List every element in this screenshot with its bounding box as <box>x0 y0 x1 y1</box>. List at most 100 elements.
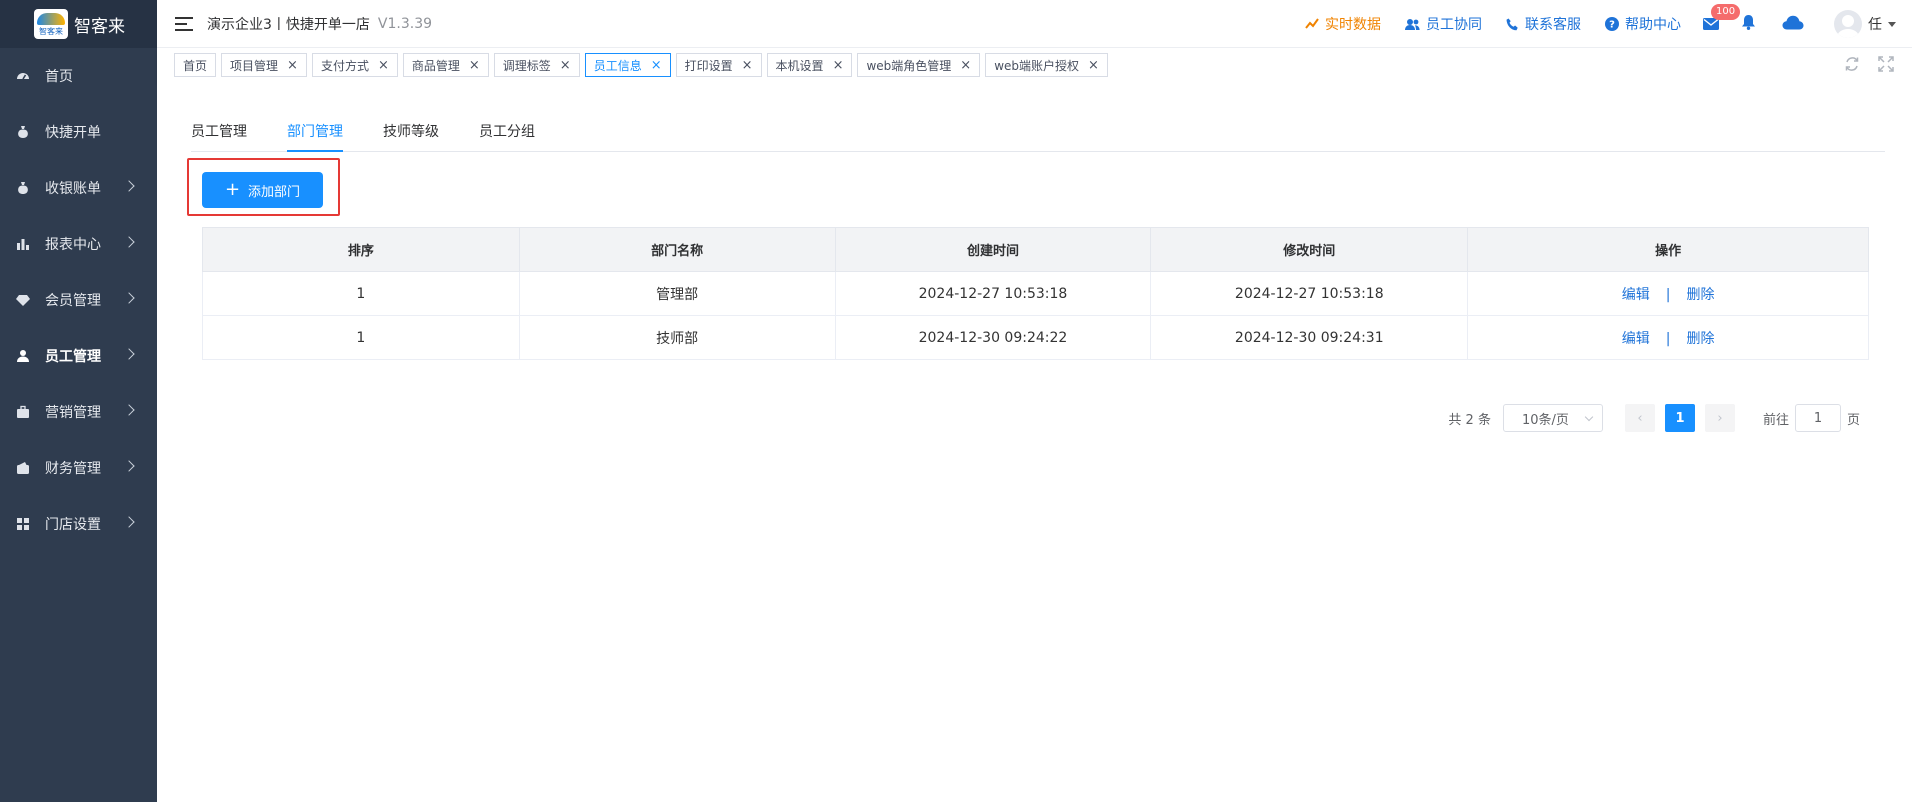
table-row: 1 管理部 2024-12-27 10:53:18 2024-12-27 10:53:… <box>202 271 1869 316</box>
delete-link[interactable]: 删除 <box>1686 331 1714 347</box>
prev-page-button[interactable]: ‹ <box>1624 404 1655 432</box>
sidebar-item-8[interactable]: 门店设置 <box>0 496 157 552</box>
page-tab-label: web端角色管理 <box>866 58 952 73</box>
cell-created: 2024-12-27 10:53:18 <box>834 271 1152 316</box>
page-tab-3[interactable]: 商品管理 × <box>402 53 489 77</box>
help-center-link[interactable]: ? 帮助中心 <box>1605 14 1681 34</box>
close-icon[interactable]: × <box>742 58 753 73</box>
sidebar-item-1[interactable]: 快捷开单 <box>0 104 157 160</box>
chevron-right-icon <box>123 516 135 528</box>
trend-icon <box>1305 17 1319 31</box>
logo[interactable]: 智客来 智客来 <box>0 0 157 48</box>
main-content: 员工管理 部门管理 技师等级 员工分组 + 添加部门 排序 部门名称 创建时间 修改时… <box>157 82 1912 802</box>
sidebar-item-6[interactable]: 营销管理 <box>0 384 157 440</box>
close-icon[interactable]: × <box>651 58 662 73</box>
page-tab-5[interactable]: 员工信息 × <box>584 53 671 77</box>
refresh-icon[interactable] <box>1844 56 1860 72</box>
sub-tab-2[interactable]: 技师等级 <box>383 122 439 152</box>
sub-tab-1[interactable]: 部门管理 <box>287 122 343 152</box>
page-tabs-bar: 首页 项目管理 × 支付方式 × 商品管理 × 调理标签 × 员工信息 × 打印设置 × 本机设置 × web… <box>157 48 1912 82</box>
menu-toggle-icon[interactable] <box>175 16 193 31</box>
close-icon[interactable]: × <box>960 58 971 73</box>
page-tab-6[interactable]: 打印设置 × <box>675 53 762 77</box>
phone-icon <box>1506 18 1519 31</box>
page-tab-9[interactable]: web端账户授权 × <box>985 53 1108 77</box>
cloud-icon <box>1782 15 1804 34</box>
user-menu[interactable]: 任 <box>1834 10 1896 38</box>
mail-button[interactable]: 100 <box>1703 3 1741 34</box>
sidebar-item-0[interactable]: 首页 <box>0 48 157 104</box>
close-icon[interactable]: × <box>378 58 389 73</box>
users-icon <box>1405 18 1420 31</box>
staff-collab-link[interactable]: 员工协同 <box>1405 14 1482 34</box>
svg-text:?: ? <box>1609 20 1615 31</box>
sidebar-item-label: 门店设置 <box>45 517 101 533</box>
fullscreen-icon[interactable] <box>1878 56 1894 72</box>
logo-text: 智客来 <box>74 16 125 37</box>
store-title: 演示企业3丨快捷开单一店 <box>207 16 370 33</box>
close-icon[interactable]: × <box>469 58 480 73</box>
close-icon[interactable]: × <box>560 58 571 73</box>
page-size-value: 10条/页 <box>1521 412 1569 428</box>
action-separator: | <box>1665 286 1671 303</box>
plus-icon: + <box>224 179 241 200</box>
sidebar-item-7[interactable]: 财务管理 <box>0 440 157 496</box>
sidebar-item-4[interactable]: 会员管理 <box>0 272 157 328</box>
grid-icon <box>16 517 30 531</box>
notification-button[interactable] <box>1741 14 1756 34</box>
sidebar-item-2[interactable]: 收银账单 <box>0 160 157 216</box>
page-tab-0[interactable]: 首页 <box>174 53 217 77</box>
edit-link[interactable]: 编辑 <box>1622 331 1650 347</box>
diamond-icon <box>16 293 30 307</box>
chevron-right-icon <box>123 404 135 416</box>
help-icon: ? <box>1605 17 1619 31</box>
sidebar-menu: 首页 快捷开单收银账单报表中心会员管理员工管理营销管理 财务管理门店设置 <box>0 48 157 552</box>
sub-tab-0[interactable]: 员工管理 <box>191 122 247 152</box>
col-header-name: 部门名称 <box>518 227 836 272</box>
action-separator: | <box>1665 330 1671 347</box>
col-header-modified: 修改时间 <box>1150 227 1469 272</box>
user-icon <box>16 349 30 363</box>
close-icon[interactable]: × <box>1088 58 1099 73</box>
bell-icon <box>1741 14 1756 34</box>
sidebar-item-5[interactable]: 员工管理 <box>0 328 157 384</box>
cloud-button[interactable] <box>1782 15 1804 34</box>
version-label: V1.3.39 <box>377 15 433 32</box>
page-tab-4[interactable]: 调理标签 × <box>493 53 580 77</box>
sidebar-item-label: 员工管理 <box>45 349 101 365</box>
money-bag-icon <box>16 181 30 195</box>
add-department-button[interactable]: + 添加部门 <box>202 172 323 208</box>
page-tab-2[interactable]: 支付方式 × <box>311 53 398 77</box>
page-tab-7[interactable]: 本机设置 × <box>766 53 853 77</box>
page-tab-label: 首页 <box>183 58 208 73</box>
page-size-select[interactable]: 10条/页 <box>1502 404 1603 432</box>
cell-modified: 2024-12-27 10:53:18 <box>1150 271 1469 316</box>
page-tab-label: 本机设置 <box>775 58 824 73</box>
page-tab-label: 支付方式 <box>320 58 369 73</box>
contact-support-link[interactable]: 联系客服 <box>1506 14 1581 34</box>
mail-badge: 100 <box>1711 3 1741 20</box>
page-tabs: 首页 项目管理 × 支付方式 × 商品管理 × 调理标签 × 员工信息 × 打印设置 × 本机设置 × web… <box>174 53 1113 77</box>
close-icon[interactable]: × <box>287 58 298 73</box>
chevron-right-icon <box>123 236 135 248</box>
user-name: 任 <box>1868 17 1882 33</box>
cell-order: 1 <box>202 315 520 360</box>
edit-link[interactable]: 编辑 <box>1622 287 1650 303</box>
next-page-button[interactable]: › <box>1704 404 1735 432</box>
sub-tab-3[interactable]: 员工分组 <box>479 122 535 152</box>
page-tab-1[interactable]: 项目管理 × <box>221 53 307 77</box>
sidebar-item-label: 报表中心 <box>45 237 101 253</box>
goto-page-input[interactable]: 1 <box>1794 404 1841 432</box>
close-icon[interactable]: × <box>833 58 844 73</box>
delete-link[interactable]: 删除 <box>1686 287 1714 303</box>
cell-order: 1 <box>202 271 520 316</box>
realtime-data-link[interactable]: 实时数据 <box>1305 14 1381 34</box>
page-tab-label: 项目管理 <box>230 58 279 73</box>
page-tab-label: 打印设置 <box>684 58 733 73</box>
sidebar-item-3[interactable]: 报表中心 <box>0 216 157 272</box>
sidebar-item-label: 收银账单 <box>45 181 101 197</box>
page-tab-8[interactable]: web端角色管理 × <box>857 53 981 77</box>
cell-name: 管理部 <box>518 271 836 316</box>
help-center-label: 帮助中心 <box>1625 17 1681 33</box>
page-number-current[interactable]: 1 <box>1664 404 1695 432</box>
